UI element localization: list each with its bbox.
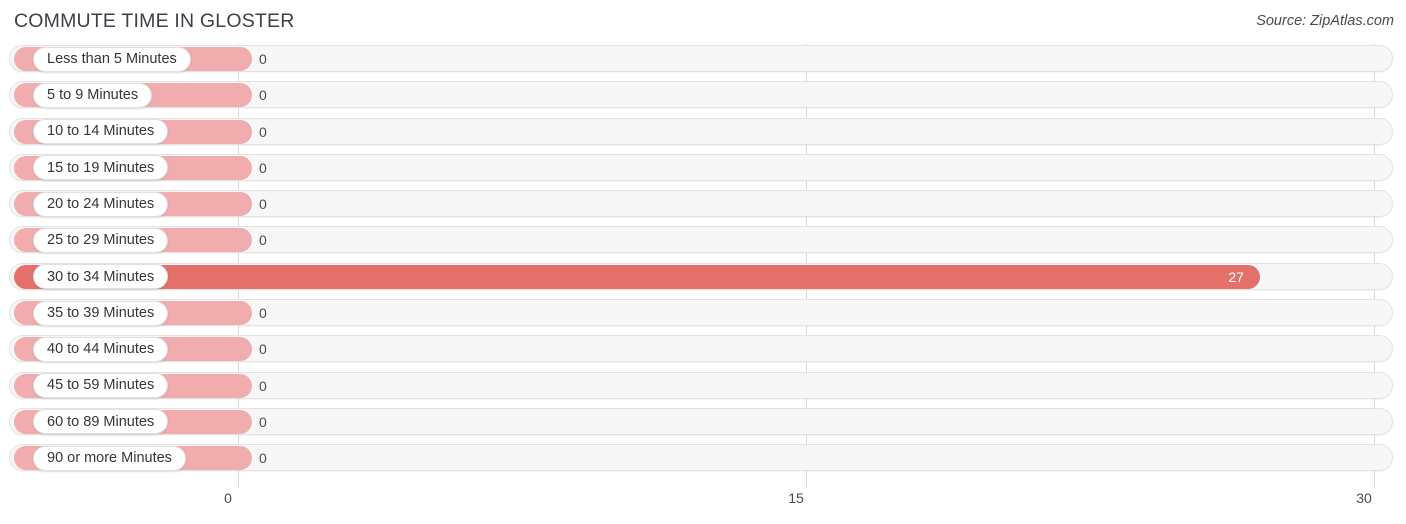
bar-value-label: 0 xyxy=(259,305,267,322)
bar-value-label: 0 xyxy=(259,377,267,394)
category-label: 20 to 24 Minutes xyxy=(47,195,155,212)
bar-value-label: 0 xyxy=(259,123,267,140)
category-label: 5 to 9 Minutes xyxy=(47,87,139,104)
category-label-pill: 15 to 19 Minutes xyxy=(33,155,169,181)
category-label-pill: 35 to 39 Minutes xyxy=(33,300,169,326)
bar-value-label: 0 xyxy=(259,51,267,67)
axis-tick-label: 30 xyxy=(1356,490,1372,506)
source-attribution: Source: ZipAtlas.com xyxy=(1256,13,1394,29)
bar-row[interactable]: 90 or more Minutes 0 xyxy=(0,443,1406,473)
category-label-pill: 45 to 59 Minutes xyxy=(33,373,169,399)
category-label-pill: 40 to 44 Minutes xyxy=(33,336,169,362)
x-axis: 0 15 30 xyxy=(0,488,1406,524)
bar-row[interactable]: 20 to 24 Minutes 0 xyxy=(0,189,1406,219)
category-label: Less than 5 Minutes xyxy=(47,50,177,67)
category-label: 40 to 44 Minutes xyxy=(47,341,155,358)
category-label-pill: 20 to 24 Minutes xyxy=(33,191,169,217)
category-label-pill: Less than 5 Minutes xyxy=(33,46,191,72)
bar-row[interactable]: 30 to 34 Minutes 27 xyxy=(0,262,1406,292)
category-label: 60 to 89 Minutes xyxy=(47,413,155,430)
axis-tick-label: 15 xyxy=(788,490,804,506)
category-label: 30 to 34 Minutes xyxy=(47,268,155,285)
category-label: 10 to 14 Minutes xyxy=(47,123,155,140)
bar-value-label: 27 xyxy=(1228,268,1244,285)
bar-row[interactable]: 25 to 29 Minutes 0 xyxy=(0,225,1406,255)
bar-rows: Less than 5 Minutes 0 5 to 9 Minutes 0 10 to… xyxy=(0,44,1406,480)
category-label-pill: 10 to 14 Minutes xyxy=(33,119,169,145)
category-label-pill: 90 or more Minutes xyxy=(33,445,186,471)
category-label-pill: 30 to 34 Minutes xyxy=(33,264,169,290)
bar-value-label: 0 xyxy=(259,196,267,213)
category-label: 90 or more Minutes xyxy=(47,450,172,467)
bar-row[interactable]: 35 to 39 Minutes 0 xyxy=(0,298,1406,328)
chart-plot-area: Less than 5 Minutes 0 5 to 9 Minutes 0 10 to… xyxy=(0,44,1406,488)
category-label: 35 to 39 Minutes xyxy=(47,304,155,321)
bar-fill xyxy=(14,264,1261,289)
bar-row[interactable]: Less than 5 Minutes 0 xyxy=(0,44,1406,74)
bar-value-label: 0 xyxy=(259,159,267,176)
bar-value-label: 0 xyxy=(259,232,267,249)
bar-value-label: 0 xyxy=(259,87,267,104)
category-label-pill: 60 to 89 Minutes xyxy=(33,409,169,435)
category-label-pill: 25 to 29 Minutes xyxy=(33,227,169,253)
page-title: COMMUTE TIME IN GLOSTER xyxy=(14,10,295,32)
category-label: 15 to 19 Minutes xyxy=(47,159,155,176)
axis-tick-label: 0 xyxy=(224,490,232,506)
category-label: 25 to 29 Minutes xyxy=(47,232,155,249)
category-label-pill: 5 to 9 Minutes xyxy=(33,82,153,108)
bar-row[interactable]: 10 to 14 Minutes 0 xyxy=(0,117,1406,147)
bar-value-label: 0 xyxy=(259,341,267,358)
bar-row[interactable]: 5 to 9 Minutes 0 xyxy=(0,80,1406,110)
bar-row[interactable]: 15 to 19 Minutes 0 xyxy=(0,153,1406,183)
bar-value-label: 0 xyxy=(259,450,267,467)
bar-row[interactable]: 40 to 44 Minutes 0 xyxy=(0,334,1406,364)
category-label: 45 to 59 Minutes xyxy=(47,377,155,394)
chart-header: COMMUTE TIME IN GLOSTER Source: ZipAtlas… xyxy=(0,0,1406,44)
bar-row[interactable]: 60 to 89 Minutes 0 xyxy=(0,407,1406,437)
bar-value-label: 0 xyxy=(259,413,267,430)
bar-row[interactable]: 45 to 59 Minutes 0 xyxy=(0,371,1406,401)
